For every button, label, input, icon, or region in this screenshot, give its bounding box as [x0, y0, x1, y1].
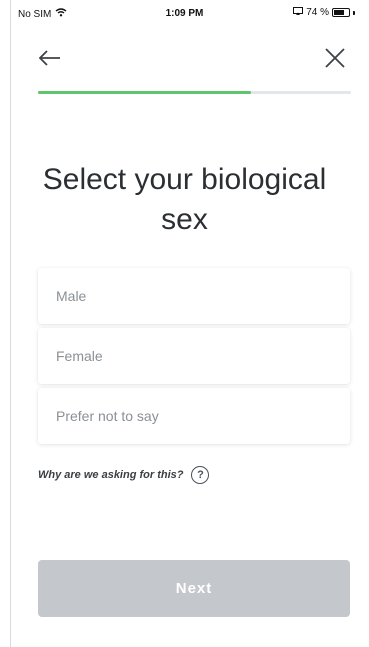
sex-options-list: Male Female Prefer not to say — [38, 268, 350, 448]
option-male[interactable]: Male — [38, 268, 350, 324]
next-button[interactable]: Next — [38, 560, 350, 617]
option-female[interactable]: Female — [38, 328, 350, 384]
back-button[interactable] — [36, 44, 64, 72]
window-edge — [10, 0, 11, 647]
battery-percent: 74 % — [306, 7, 329, 18]
page-title: Select your biological sex — [42, 163, 327, 236]
screen-mirroring-icon — [293, 7, 304, 18]
close-icon — [325, 48, 345, 68]
battery-icon — [332, 8, 350, 17]
question-circle-icon[interactable]: ? — [191, 466, 210, 484]
arrow-left-icon — [38, 50, 60, 66]
progress-fill — [38, 91, 251, 94]
battery-tip — [353, 10, 355, 15]
status-bar: No SIM 1:09 PM 74 % — [0, 0, 369, 26]
option-prefer-not-to-say[interactable]: Prefer not to say — [38, 388, 350, 444]
status-right: 74 % — [293, 7, 355, 18]
close-button[interactable] — [321, 44, 349, 72]
why-asking-link[interactable]: Why are we asking for this? ? — [38, 466, 210, 484]
battery-level — [334, 10, 345, 15]
progress-track — [38, 91, 351, 94]
screen: No SIM 1:09 PM 74 % Select your biologic… — [0, 0, 369, 647]
why-asking-text: Why are we asking for this? — [38, 469, 184, 481]
